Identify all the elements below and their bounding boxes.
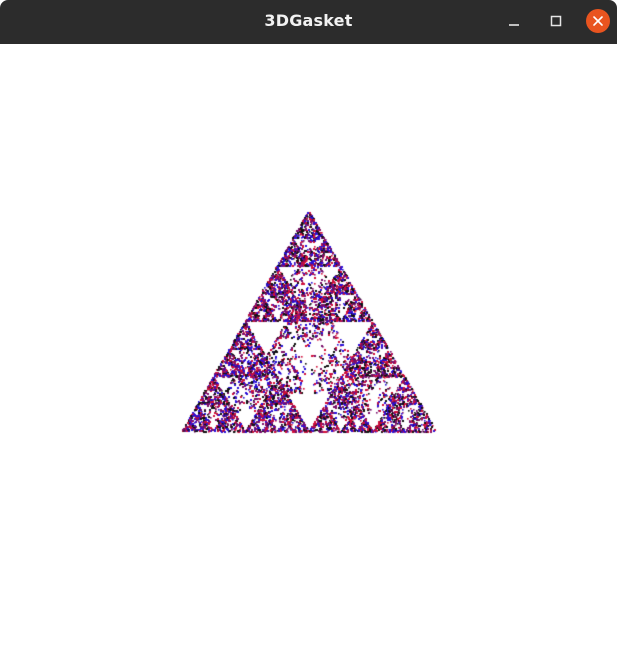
maximize-icon [550, 12, 562, 31]
sierpinski-gasket-canvas[interactable] [0, 44, 617, 667]
minimize-button[interactable] [502, 9, 526, 33]
render-canvas-area[interactable] [0, 44, 617, 667]
titlebar[interactable]: 3DGasket [0, 0, 617, 44]
close-button[interactable] [586, 9, 610, 33]
close-icon [592, 12, 604, 31]
maximize-button[interactable] [544, 9, 568, 33]
minimize-icon [508, 12, 520, 31]
app-window: 3DGasket [0, 0, 617, 667]
